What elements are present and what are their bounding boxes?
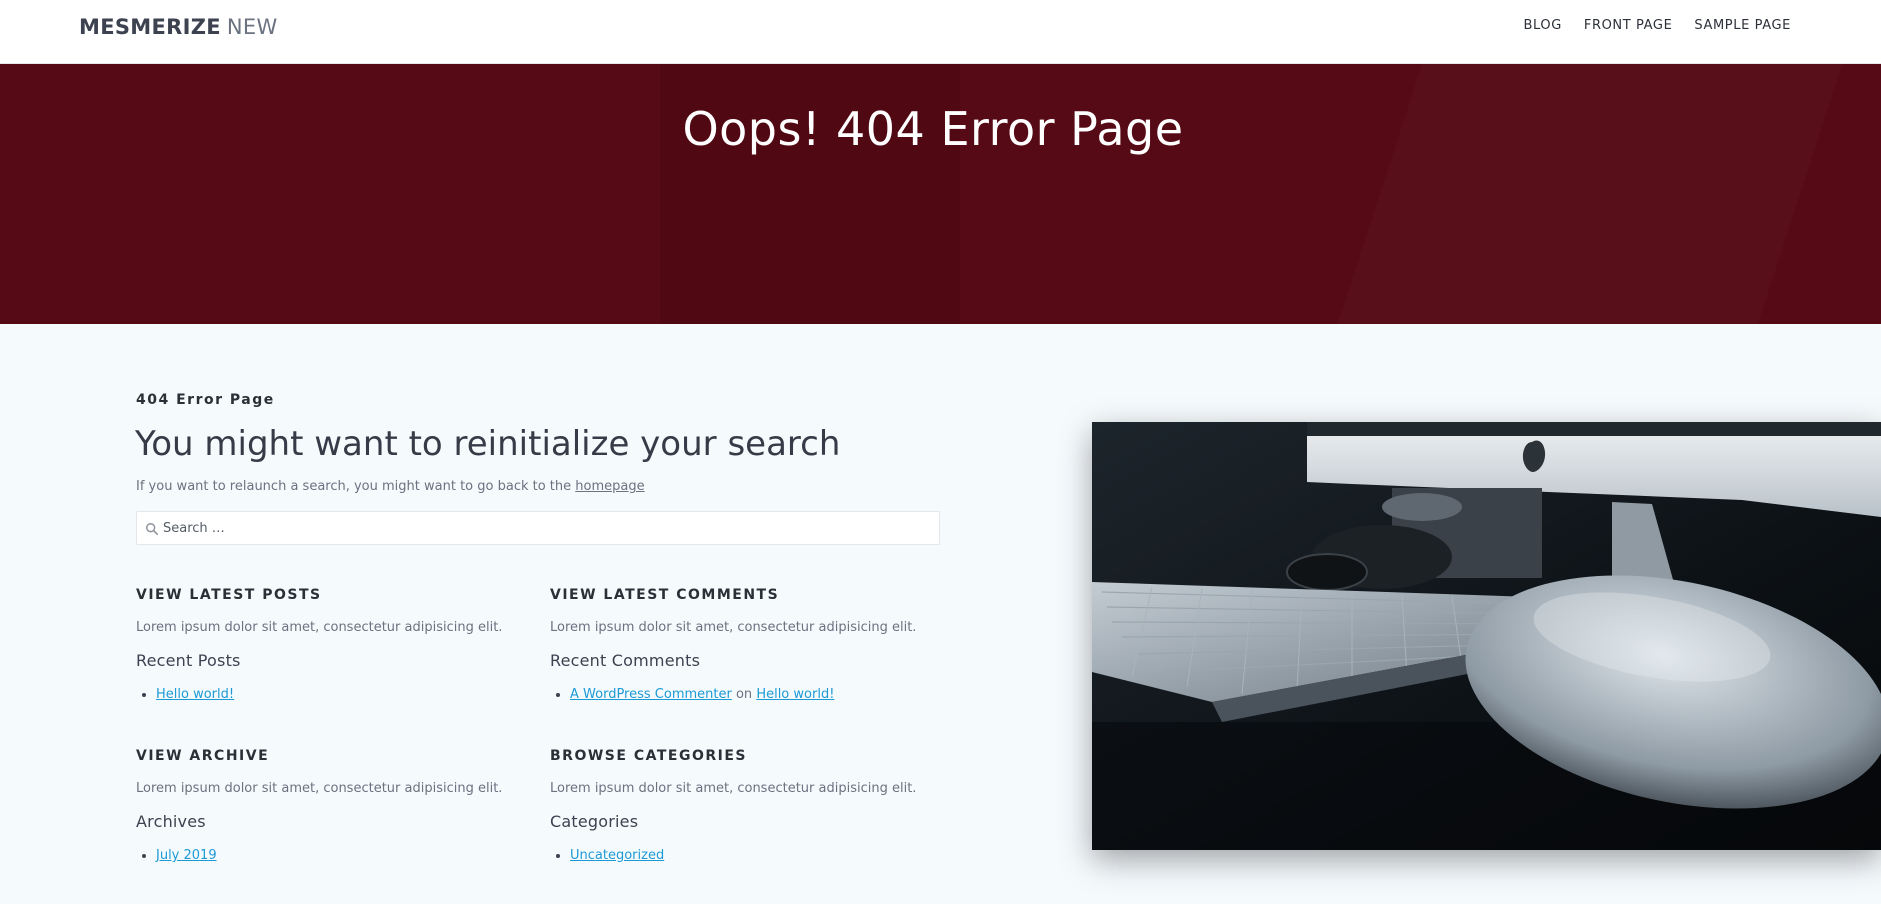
widget-latest-comments: VIEW LATEST COMMENTS Lorem ipsum dolor s…	[550, 587, 950, 702]
widget-heading: VIEW LATEST COMMENTS	[550, 587, 780, 603]
comment-post-link[interactable]: Hello world!	[756, 687, 834, 702]
intro-text-body: If you want to relaunch a search, you mi…	[136, 479, 572, 494]
desk-computer-image	[1092, 422, 1881, 850]
nav-item-blog[interactable]: BLOG	[1523, 18, 1561, 33]
hero-title: Oops! 404 Error Page	[682, 102, 1184, 156]
list-item: A WordPress Commenter on Hello world!	[570, 687, 950, 702]
list-item: July 2019	[156, 848, 536, 863]
widget-archive: VIEW ARCHIVE Lorem ipsum dolor sit amet,…	[136, 748, 536, 863]
widget-description: Lorem ipsum dolor sit amet, consectetur …	[550, 620, 917, 635]
logo-bold-text: MESMERIZE	[79, 15, 221, 39]
site-logo[interactable]: MESMERIZE NEW	[79, 15, 278, 39]
category-link[interactable]: Uncategorized	[570, 848, 664, 863]
recent-posts-list: Hello world!	[156, 687, 536, 702]
widget-subtitle: Recent Posts	[136, 651, 241, 670]
hero-banner: Oops! 404 Error Page	[0, 64, 1881, 324]
post-link[interactable]: Hello world!	[156, 687, 234, 702]
search-icon	[146, 523, 159, 536]
page-heading: You might want to reinitialize your sear…	[135, 424, 841, 464]
nav-item-sample-page[interactable]: SAMPLE PAGE	[1694, 18, 1791, 33]
desk-photo-illustration	[1092, 422, 1881, 850]
widget-subtitle: Categories	[550, 812, 639, 831]
homepage-link[interactable]: homepage	[575, 479, 644, 494]
recent-comments-list: A WordPress Commenter on Hello world!	[570, 687, 950, 702]
widget-heading: BROWSE CATEGORIES	[550, 748, 747, 764]
widget-categories: BROWSE CATEGORIES Lorem ipsum dolor sit …	[550, 748, 950, 863]
search-form	[136, 511, 940, 545]
widget-subtitle: Recent Comments	[550, 651, 701, 670]
archives-list: July 2019	[156, 848, 536, 863]
site-header: MESMERIZE NEW BLOG FRONT PAGE SAMPLE PAGE	[0, 0, 1881, 64]
widget-description: Lorem ipsum dolor sit amet, consectetur …	[136, 781, 503, 796]
archive-link[interactable]: July 2019	[156, 848, 217, 863]
list-item: Uncategorized	[570, 848, 950, 863]
main-nav: BLOG FRONT PAGE SAMPLE PAGE	[1523, 18, 1791, 33]
main-content: 404 Error Page You might want to reiniti…	[0, 324, 1881, 904]
widget-subtitle: Archives	[136, 812, 206, 831]
widget-description: Lorem ipsum dolor sit amet, consectetur …	[136, 620, 503, 635]
search-input[interactable]	[163, 512, 933, 544]
widget-latest-posts: VIEW LATEST POSTS Lorem ipsum dolor sit …	[136, 587, 536, 702]
widget-heading: VIEW LATEST POSTS	[136, 587, 322, 603]
page-eyebrow: 404 Error Page	[136, 392, 275, 408]
list-item: Hello world!	[156, 687, 536, 702]
intro-text: If you want to relaunch a search, you mi…	[136, 479, 645, 494]
widget-description: Lorem ipsum dolor sit amet, consectetur …	[550, 781, 917, 796]
logo-light-text: NEW	[226, 15, 278, 39]
nav-item-front-page[interactable]: FRONT PAGE	[1584, 18, 1673, 33]
categories-list: Uncategorized	[570, 848, 950, 863]
comment-author-link[interactable]: A WordPress Commenter	[570, 687, 732, 702]
widget-heading: VIEW ARCHIVE	[136, 748, 270, 764]
comment-on-text: on	[735, 687, 753, 702]
